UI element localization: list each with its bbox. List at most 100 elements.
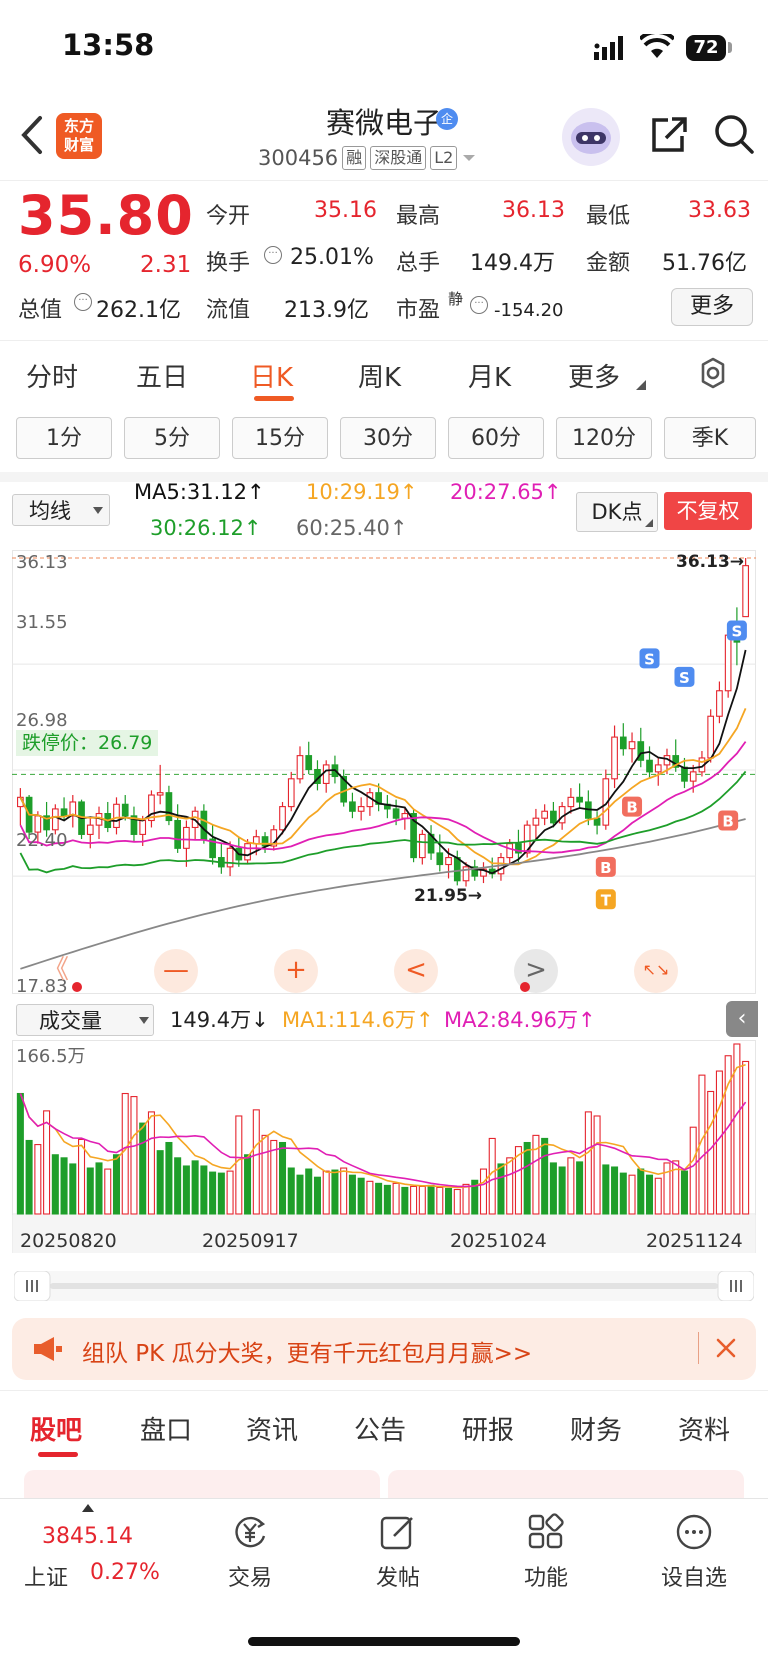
candle-body	[349, 801, 356, 812]
dk-point-label: DK点	[591, 500, 643, 524]
nav-trade[interactable]: 交易	[190, 1560, 310, 1592]
info-dots-icon[interactable]: ···	[264, 246, 282, 264]
tab-more[interactable]: 更多	[568, 357, 620, 394]
volume-bar	[645, 1174, 654, 1215]
volume-bar	[418, 1185, 426, 1215]
nav-watchlist[interactable]: 设自选	[634, 1560, 754, 1592]
volume-bar	[689, 1126, 697, 1215]
tab-announcement[interactable]: 公告	[354, 1410, 406, 1447]
zoom-out-button[interactable]: —	[154, 949, 198, 993]
zoom-in-button[interactable]: +	[274, 949, 318, 993]
volume-ma1: MA1:114.6万↑	[282, 1008, 434, 1032]
ai-assistant-avatar[interactable]	[562, 108, 620, 166]
volume-bar	[357, 1177, 365, 1215]
info-dots-icon[interactable]: ···	[74, 293, 92, 311]
banner-divider	[698, 1332, 699, 1364]
change-percent: 6.90%	[18, 252, 92, 278]
tab-guba[interactable]: 股吧	[30, 1410, 82, 1447]
btn-120min[interactable]: 120分	[556, 417, 652, 459]
volume-bar	[541, 1137, 549, 1215]
robot-icon	[571, 122, 611, 154]
volume-bar	[174, 1157, 182, 1215]
collapse-panel-button[interactable]: ‹	[726, 1001, 758, 1037]
ma-selector[interactable]: 均线	[12, 494, 110, 526]
fullscreen-button[interactable]: ↖↘	[634, 949, 678, 993]
signal-label: B	[600, 859, 611, 877]
btn-15min[interactable]: 15分	[232, 417, 328, 459]
tag-l2: L2	[430, 146, 458, 170]
chart-range-scrollbar[interactable]	[14, 1271, 754, 1301]
stock-code-line[interactable]: 300456 融 深股通 L2	[258, 146, 477, 170]
index-value[interactable]: 3845.14	[42, 1524, 133, 1549]
wifi-icon	[640, 34, 674, 58]
volume-bar	[60, 1157, 68, 1215]
nav-post[interactable]: 发帖	[338, 1560, 458, 1592]
volume-ma2: MA2:84.96万↑	[444, 1008, 596, 1032]
candle-body	[174, 819, 182, 849]
volume-bar	[427, 1184, 435, 1215]
nav-function[interactable]: 功能	[486, 1560, 606, 1592]
volume-bar	[51, 1154, 59, 1215]
btn-quarter-k[interactable]: 季K	[664, 417, 756, 459]
tab-research[interactable]: 研报	[462, 1410, 514, 1447]
candle-body	[401, 813, 409, 819]
info-dots-icon[interactable]: ···	[470, 296, 488, 314]
volume-bar	[593, 1115, 601, 1215]
btn-60min[interactable]: 60分	[448, 417, 544, 459]
red-dot-indicator	[72, 982, 82, 992]
volume-bar	[191, 1160, 199, 1215]
tab-five-day[interactable]: 五日	[136, 357, 188, 394]
volume-bar	[567, 1157, 575, 1215]
volume-bar	[436, 1186, 444, 1215]
battery-cap	[728, 42, 732, 53]
candle-body	[200, 810, 208, 840]
btn-1min[interactable]: 1分	[16, 417, 112, 459]
tab-news[interactable]: 资讯	[246, 1410, 298, 1447]
candlestick-chart[interactable]: SSSBBBT	[12, 550, 756, 994]
volume-ma1-line	[19, 1063, 746, 1189]
volume-chart[interactable]	[12, 1040, 756, 1260]
candle-body	[567, 796, 575, 808]
yen-exchange-icon[interactable]	[230, 1512, 270, 1552]
y-axis-label-3: 26.98	[16, 710, 68, 731]
turnover-label: 换手	[206, 251, 251, 276]
tab-weekly-k[interactable]: 周K	[358, 357, 401, 394]
volume-bar	[226, 1170, 234, 1215]
gear-icon[interactable]	[696, 356, 730, 390]
btn-5min[interactable]: 5分	[124, 417, 220, 459]
volume-bar	[619, 1172, 627, 1215]
grid-function-icon[interactable]	[526, 1512, 566, 1552]
search-icon[interactable]	[712, 112, 756, 156]
volume-bar	[497, 1163, 505, 1215]
mktcap-label: 总值	[18, 298, 63, 323]
signal-label: B	[722, 813, 733, 831]
enterprise-badge-icon: 企	[436, 108, 458, 130]
volume-label: 总手	[396, 251, 441, 276]
volume-bar	[261, 1134, 269, 1215]
tab-monthly-k[interactable]: 月K	[468, 357, 511, 394]
more-quote-button[interactable]: 更多	[671, 288, 753, 326]
volume-ma-lines	[19, 1063, 747, 1189]
close-icon[interactable]	[714, 1336, 738, 1360]
volume-bar	[270, 1139, 278, 1215]
move-left-button[interactable]: <	[394, 949, 438, 993]
pe-label: 市盈	[396, 298, 441, 323]
volume-bar	[523, 1141, 531, 1215]
no-adjust-button[interactable]: 不复权	[664, 492, 752, 530]
tab-intraday[interactable]: 分时	[26, 357, 78, 394]
tab-pankou[interactable]: 盘口	[140, 1410, 192, 1447]
volume-bar	[139, 1122, 147, 1215]
tab-finance[interactable]: 财务	[570, 1410, 622, 1447]
more-dots-icon[interactable]	[674, 1512, 714, 1552]
dk-point-button[interactable]: DK点	[576, 492, 658, 532]
share-icon[interactable]	[646, 112, 690, 156]
max-price-marker: 36.13→	[676, 552, 745, 572]
candle-body	[183, 826, 190, 849]
volume-bar	[182, 1165, 190, 1215]
tab-daily-k[interactable]: 日K	[250, 357, 293, 394]
float-label: 流值	[206, 298, 251, 323]
tab-profile[interactable]: 资料	[678, 1410, 730, 1447]
btn-30min[interactable]: 30分	[340, 417, 436, 459]
volume-indicator-selector[interactable]: 成交量	[16, 1004, 154, 1036]
edit-post-icon[interactable]	[378, 1512, 418, 1552]
